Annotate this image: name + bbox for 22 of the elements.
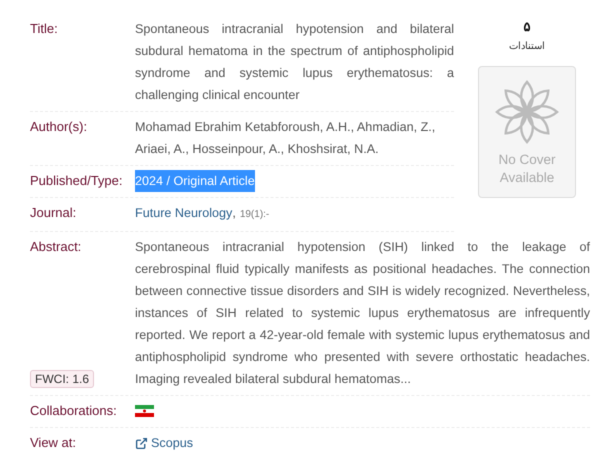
author-list: Mohamad Ebrahim Ketabforoush, A.H., Ahmadian, Z., Ariaei, A., Hosseinpour, A., Khoshsirat, N.A. xyxy=(135,116,454,160)
fwci-badge: FWCI: 1.6 xyxy=(30,370,94,388)
citation-count: ۵ xyxy=(524,20,530,34)
flag-icon xyxy=(135,405,154,417)
field-label: Collaborations: xyxy=(30,402,118,420)
citation-label: استنادات xyxy=(509,40,545,52)
field-label: Published/Type: xyxy=(30,172,124,190)
article-title: Spontaneous intracranial hypotension and bilateral subdural hematoma in the spectrum of antiphospholipid syndrome and systemic lupus erythematosus: a challenging clinical encounter xyxy=(135,21,454,104)
publication-type: 2024 / Original Article xyxy=(135,170,255,192)
external-link-icon xyxy=(135,436,148,450)
abstract-text: Spontaneous intracranial hypotension (SIH) linked to the leakage of cerebrospinal fluid typically manifests as positional headaches. The connection between connective tissue disorders and SIH is widely recognized. Nevertheless, instances of SIH related to systemic lupus erythematosus are infrequently reported. We report a 42-year-old female with systemic lupus erythematosus and antiphospholipid syndrome who presented with severe orthostatic headaches. Imaging revealed bilateral subdural hematomas... xyxy=(135,239,590,388)
journal-issue: 19(1):- xyxy=(240,208,270,222)
journal-link[interactable]: Future Neurology xyxy=(135,202,232,224)
cover-text: No Cover Available xyxy=(497,151,557,187)
field-label: Journal: xyxy=(30,204,78,222)
field-label: Title: xyxy=(30,20,59,38)
field-label: View at: xyxy=(30,434,78,452)
field-label: Abstract: xyxy=(30,238,82,256)
field-label: Author(s): xyxy=(30,118,88,136)
flower-logo-icon xyxy=(494,79,560,145)
comma-separator: , xyxy=(232,205,236,222)
scopus-link[interactable]: Scopus xyxy=(135,432,194,454)
